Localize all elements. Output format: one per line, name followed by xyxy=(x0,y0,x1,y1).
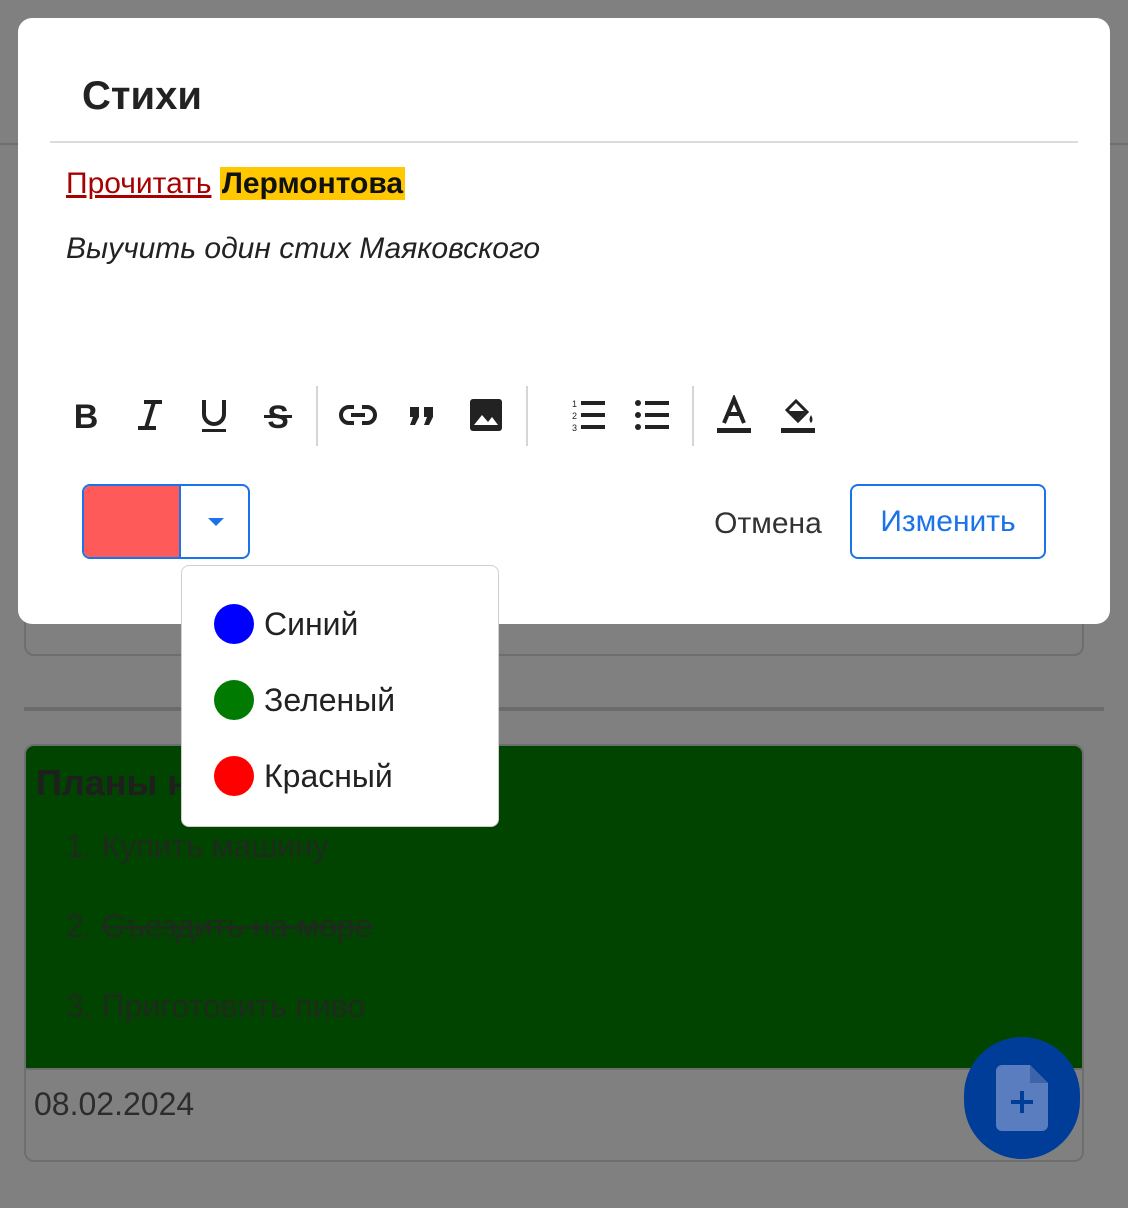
underline-button[interactable] xyxy=(182,384,246,446)
editor-italic-line[interactable]: Выучить один стих Маяковского xyxy=(66,232,540,266)
toolbar-separator xyxy=(316,386,318,446)
svg-text:2: 2 xyxy=(572,411,577,421)
quote-button[interactable] xyxy=(390,384,454,446)
list-item-number: 2. xyxy=(66,908,93,944)
strikethrough-icon: S xyxy=(264,399,292,435)
list-item-text: Купить машину xyxy=(101,828,329,864)
list-item: 2. Съездить на море xyxy=(66,906,372,986)
color-option-green[interactable]: Зеленый xyxy=(214,672,395,728)
list-item: 1. Купить машину xyxy=(66,826,372,906)
bold-button[interactable]: B xyxy=(54,384,118,446)
ordered-list-button[interactable]: 1 2 3 xyxy=(556,384,620,446)
text-color-icon xyxy=(717,395,751,433)
svg-text:3: 3 xyxy=(572,423,577,433)
cancel-button[interactable]: Отмена xyxy=(698,495,838,553)
color-option-label: Зеленый xyxy=(264,681,396,718)
ordered-list-icon: 1 2 3 xyxy=(572,399,605,433)
list-item: 3. Приготовить пиво xyxy=(66,986,372,1066)
bullet-list-icon xyxy=(635,400,669,430)
italic-icon xyxy=(138,400,162,430)
note-card-date: 08.02.2024 xyxy=(34,1086,195,1122)
fill-color-icon xyxy=(781,398,815,433)
editor-link[interactable]: Прочитать xyxy=(66,167,211,200)
add-note-button[interactable] xyxy=(964,1037,1080,1159)
modal-header-divider xyxy=(50,141,1078,143)
image-icon xyxy=(470,399,502,431)
note-card-list: 1. Купить машину 2. Съездить на море 3. … xyxy=(66,826,372,1066)
editor-highlighted-text: Лермонтова xyxy=(219,167,406,200)
editor-line[interactable]: Прочитать Лермонтова xyxy=(66,162,406,206)
color-option-label: Красный xyxy=(264,757,393,794)
bold-icon: B xyxy=(74,398,99,435)
image-button[interactable] xyxy=(454,384,518,446)
color-dot-icon xyxy=(214,604,254,644)
modal-title: Стихи xyxy=(82,74,202,118)
selected-color-swatch[interactable] xyxy=(84,486,181,557)
toolbar-separator xyxy=(526,386,528,446)
save-button[interactable]: Изменить xyxy=(850,484,1046,559)
color-option-blue[interactable]: Синий xyxy=(214,596,358,652)
color-picker[interactable] xyxy=(82,484,250,559)
color-option-red[interactable]: Красный xyxy=(214,748,393,804)
color-dot-icon xyxy=(214,680,254,720)
color-dropdown-menu: Синий Зеленый Красный xyxy=(181,565,499,827)
link-icon xyxy=(339,405,377,425)
underline-icon xyxy=(202,400,226,432)
list-item-number: 3. xyxy=(66,988,93,1024)
color-dropdown-toggle[interactable] xyxy=(183,486,248,557)
text-color-button[interactable] xyxy=(702,384,766,446)
color-dot-icon xyxy=(214,756,254,796)
toolbar-separator xyxy=(692,386,694,446)
list-item-number: 1. xyxy=(66,828,93,864)
strikethrough-button[interactable]: S xyxy=(246,384,310,446)
list-item-text: Приготовить пиво xyxy=(101,988,366,1024)
fill-color-button[interactable] xyxy=(766,384,830,446)
bullet-list-button[interactable] xyxy=(620,384,684,446)
italic-button[interactable] xyxy=(118,384,182,446)
edit-note-modal: Стихи Прочитать Лермонтова Выучить один … xyxy=(18,18,1110,624)
svg-text:1: 1 xyxy=(572,399,577,409)
svg-text:B: B xyxy=(74,398,99,435)
list-item-text: Съездить на море xyxy=(101,908,373,944)
file-add-icon xyxy=(996,1065,1048,1131)
caret-down-icon xyxy=(207,517,224,526)
color-option-label: Синий xyxy=(264,605,359,642)
link-button[interactable] xyxy=(326,384,390,446)
quote-icon xyxy=(410,407,433,425)
note-card-footer: 08.02.2024 xyxy=(26,1068,1082,1160)
